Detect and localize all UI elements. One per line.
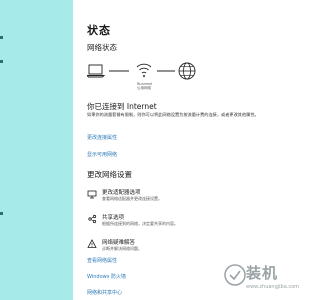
status-pane: 状态 网络状态 Ruanmei 公用网络 你已连接到 Internet 如果你的… [73, 0, 300, 300]
sharing-options-title: 共享选项 [102, 215, 125, 221]
sharing-options-item[interactable]: 共享选项 根据所连接到的网络，决定要共享的内容。 [87, 213, 292, 237]
globe-icon [178, 62, 196, 80]
wifi-icon [136, 63, 152, 77]
adapter-options-title: 更改适配器选项 [102, 190, 141, 196]
adapter-icon [87, 190, 97, 199]
site-watermark: 装机 www.zhuangjiba.com [222, 256, 300, 300]
access-type: 公用网络 [137, 86, 151, 90]
change-settings-heading: 更改网络设置 [87, 170, 132, 179]
network-diagram: Ruanmei 公用网络 [87, 60, 207, 90]
connected-heading: 你已连接到 Internet [87, 102, 157, 111]
adapter-options-desc: 查看网络适配器并更改连接设置。 [102, 196, 162, 201]
sidebar-marker [0, 212, 3, 215]
sharing-options-desc: 根据所连接到的网络，决定要共享的内容。 [102, 221, 178, 226]
laptop-icon [87, 64, 106, 78]
network-status-heading: 网络状态 [87, 43, 117, 52]
watermark-text: 装机 [246, 264, 279, 282]
troubleshoot-icon [87, 239, 97, 248]
connected-description: 如果你的流量套餐有限制，则你可以将此网络设置为按流量计费的连接，或者更改其他属性… [87, 112, 259, 117]
watermark-url: www.zhuangjiba.com [246, 284, 300, 290]
page-title: 状态 [87, 24, 111, 37]
sharing-icon [88, 214, 97, 224]
sidebar-marker [0, 36, 3, 39]
change-connection-properties-link[interactable]: 更改连接属性 [87, 134, 117, 141]
watermark-logo-icon [224, 264, 246, 286]
view-network-properties-link[interactable]: 查看网络属性 [87, 257, 117, 264]
network-sharing-center-link[interactable]: 网络和共享中心 [87, 289, 122, 296]
windows-firewall-link[interactable]: Windows 防火墙 [87, 273, 126, 280]
show-available-networks-link[interactable]: 显示可用网络 [87, 151, 117, 158]
troubleshooter-title: 网络疑难解答 [102, 240, 136, 246]
sidebar [0, 0, 73, 300]
sidebar-marker [0, 60, 3, 63]
adapter-options-item[interactable]: 更改适配器选项 查看网络适配器并更改连接设置。 [87, 188, 292, 212]
troubleshooter-desc: 诊断并解决网络问题。 [102, 246, 142, 251]
